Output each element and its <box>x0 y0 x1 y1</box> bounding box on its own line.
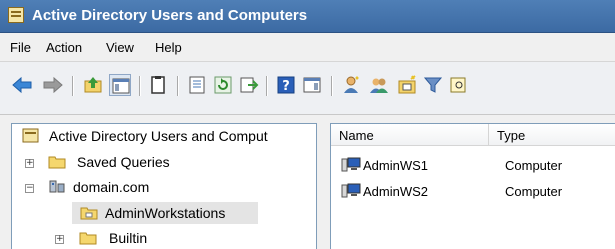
computer-icon <box>341 156 361 177</box>
up-folder-icon[interactable] <box>82 74 104 96</box>
console-root-icon <box>22 128 40 143</box>
tree-item-label: AdminWorkstations <box>105 205 226 221</box>
filter-icon[interactable] <box>422 74 444 96</box>
item-type: Computer <box>505 184 563 199</box>
domain-icon <box>48 179 66 194</box>
column-header-name[interactable]: Name <box>331 124 489 146</box>
help-icon[interactable]: ? <box>275 74 297 96</box>
new-user-icon[interactable] <box>340 74 362 96</box>
svg-text:?: ? <box>282 79 290 94</box>
forward-icon[interactable] <box>42 74 64 96</box>
expand-icon[interactable]: + <box>25 159 34 168</box>
menu-file[interactable]: File <box>10 40 31 55</box>
tree-root-label: Active Directory Users and Comput <box>49 128 268 144</box>
console-tree: Active Directory Users and Comput + Save… <box>11 123 317 249</box>
column-header-type[interactable]: Type <box>489 124 615 146</box>
expand-icon[interactable]: + <box>55 235 64 244</box>
item-type: Computer <box>505 158 563 173</box>
menu-view[interactable]: View <box>106 40 134 55</box>
tree-item-domain[interactable]: − domain.com <box>12 177 316 197</box>
menu-help[interactable]: Help <box>155 40 182 55</box>
collapse-icon[interactable]: − <box>25 184 34 193</box>
app-icon <box>8 7 24 23</box>
new-ou-icon[interactable] <box>396 74 418 96</box>
clipboard-icon[interactable] <box>147 74 169 96</box>
list-item[interactable]: AdminWS1 Computer <box>341 156 611 176</box>
computer-icon <box>341 182 361 203</box>
show-action-pane-icon[interactable] <box>301 74 323 96</box>
item-name: AdminWS1 <box>363 158 429 173</box>
tree-item-builtin[interactable]: + Builtin <box>12 228 316 248</box>
menu-action[interactable]: Action <box>46 40 82 55</box>
show-console-tree-icon[interactable] <box>109 74 131 96</box>
window-title: Active Directory Users and Computers <box>32 7 308 24</box>
back-icon[interactable] <box>11 74 33 96</box>
folder-icon <box>79 230 97 245</box>
tree-item-label: domain.com <box>73 179 150 195</box>
toolbar: ? <box>0 62 615 115</box>
tree-item-saved-queries[interactable]: + Saved Queries <box>12 152 316 172</box>
tree-root[interactable]: Active Directory Users and Comput <box>12 126 316 146</box>
tree-item-adminworkstations[interactable]: AdminWorkstations <box>72 202 258 224</box>
tree-item-label: Builtin <box>109 230 148 246</box>
details-list: Name Type AdminWS1 Computer AdminWS2 Com… <box>330 123 615 249</box>
properties-icon[interactable] <box>186 74 208 96</box>
find-icon[interactable] <box>448 74 466 96</box>
item-name: AdminWS2 <box>363 184 429 199</box>
title-bar[interactable]: Active Directory Users and Computers <box>0 0 615 33</box>
ou-folder-icon <box>80 205 98 220</box>
tree-item-label: Saved Queries <box>77 154 170 170</box>
menu-bar: File Action View Help <box>0 33 615 62</box>
new-group-icon[interactable] <box>368 74 390 96</box>
folder-icon <box>48 154 66 169</box>
refresh-icon[interactable] <box>212 74 234 96</box>
list-item[interactable]: AdminWS2 Computer <box>341 182 611 202</box>
export-list-icon[interactable] <box>238 74 260 96</box>
